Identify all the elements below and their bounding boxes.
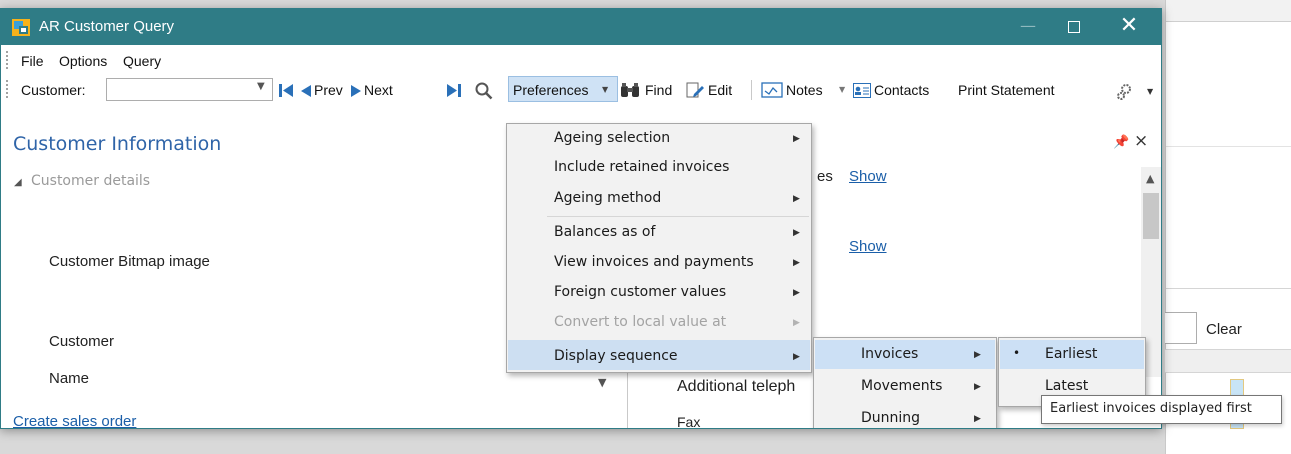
customer-bitmap-label: Customer Bitmap image: [49, 253, 210, 270]
menu-item-view-invoices-and-payments[interactable]: View invoices and payments: [554, 254, 754, 270]
fax-label: Fax: [677, 414, 701, 429]
create-sales-order-link[interactable]: Create sales order: [13, 413, 136, 428]
maximize-icon: [1068, 21, 1080, 33]
panel-close-icon[interactable]: ×: [1134, 131, 1148, 151]
show-link[interactable]: Show: [849, 238, 887, 255]
name-dropdown-icon[interactable]: ▼: [598, 376, 606, 389]
title-bar: AR Customer Query — ✕: [1, 9, 1161, 45]
scrollbar-thumb[interactable]: [1143, 193, 1159, 239]
toolbar-separator: [751, 80, 752, 100]
tooltip-text: Earliest invoices displayed first: [1050, 401, 1252, 416]
preferences-dropdown-icon: ▼: [602, 85, 609, 94]
prev-button[interactable]: Prev: [314, 82, 343, 98]
tooltip: Earliest invoices displayed first: [1041, 395, 1282, 424]
background-divider: [1166, 146, 1291, 147]
menubar-grip-icon[interactable]: [5, 50, 9, 70]
menu-item-dunning[interactable]: Dunning: [861, 410, 920, 426]
toolbar-grip-icon[interactable]: [5, 79, 9, 99]
submenu-arrow-icon: ▶: [793, 258, 800, 268]
scroll-up-icon[interactable]: ▲: [1146, 172, 1154, 185]
contacts-button[interactable]: Contacts: [874, 82, 929, 98]
menu-file[interactable]: File: [21, 53, 44, 69]
menu-item-balances-as-of[interactable]: Balances as of: [554, 224, 655, 240]
binoculars-icon: [621, 83, 639, 97]
next-button[interactable]: Next: [364, 82, 393, 98]
background-input[interactable]: [1165, 312, 1197, 344]
menu-item-display-sequence[interactable]: Display sequence: [554, 348, 678, 364]
menu-item-earliest[interactable]: Earliest: [1045, 346, 1097, 362]
window-title: AR Customer Query: [39, 18, 175, 35]
menu-separator: [547, 216, 809, 217]
menu-item-ageing-method[interactable]: Ageing method: [554, 190, 661, 206]
menu-item-convert-to-local-value: Convert to local value at: [554, 314, 727, 330]
submenu-arrow-icon: ▶: [974, 414, 981, 424]
next-arrow-icon: [351, 85, 361, 97]
partial-field-label: es: [817, 168, 833, 185]
name-field-label: Name: [49, 370, 90, 387]
maximize-button[interactable]: [1051, 9, 1097, 45]
background-window: [1165, 0, 1291, 454]
submenu-arrow-icon: ▶: [793, 228, 800, 238]
first-record-icon[interactable]: [279, 84, 293, 97]
customer-dropdown-icon[interactable]: ▼: [257, 81, 265, 92]
menu-bar: File Options Query: [1, 45, 1161, 73]
submenu-arrow-icon: ▶: [793, 194, 800, 204]
contacts-icon: [853, 83, 871, 98]
menu-item-ageing-selection[interactable]: Ageing selection: [554, 130, 670, 146]
display-sequence-menu: Invoices ▶ Movements ▶ Dunning ▶: [813, 337, 997, 428]
menu-options[interactable]: Options: [59, 53, 107, 69]
menu-item-foreign-customer-values[interactable]: Foreign customer values: [554, 284, 726, 300]
edit-button[interactable]: Edit: [708, 82, 732, 98]
notes-button[interactable]: Notes: [786, 82, 823, 98]
submenu-arrow-icon: ▶: [793, 134, 800, 144]
submenu-arrow-icon: ▶: [793, 288, 800, 298]
customer-field-label: Customer: [49, 333, 115, 350]
toolbar: Customer: ▼ Prev Next Preferences ▼ Find: [1, 73, 1161, 105]
app-logo-icon: [12, 19, 30, 36]
close-window-button[interactable]: ✕: [1097, 9, 1161, 45]
preferences-menu: Ageing selection ▶ Include retained invo…: [506, 123, 812, 373]
customer-label: Customer:: [21, 82, 86, 98]
minimize-button[interactable]: —: [1005, 9, 1051, 45]
settings-gear-icon[interactable]: [1116, 83, 1132, 101]
background-grid-header: [1165, 349, 1291, 373]
menu-item-include-retained-invoices[interactable]: Include retained invoices: [554, 159, 729, 175]
customer-input[interactable]: [106, 78, 273, 101]
show-link[interactable]: Show: [849, 168, 887, 185]
menu-item-movements[interactable]: Movements: [861, 378, 942, 394]
edit-icon: [686, 82, 704, 98]
background-divider: [1166, 288, 1291, 289]
submenu-arrow-icon: ▶: [793, 352, 800, 362]
print-statement-button[interactable]: Print Statement: [958, 82, 1055, 98]
submenu-arrow-icon: ▶: [974, 350, 981, 360]
prev-arrow-icon: [301, 85, 311, 97]
notes-icon: [761, 82, 783, 98]
clear-button[interactable]: Clear: [1206, 321, 1242, 338]
menu-item-invoices[interactable]: Invoices: [861, 346, 918, 362]
collapse-arrow-icon[interactable]: ◢: [14, 177, 22, 188]
additional-telephone-label: Additional teleph: [677, 378, 796, 395]
find-button[interactable]: Find: [645, 82, 672, 98]
menu-item-latest[interactable]: Latest: [1045, 378, 1088, 394]
submenu-arrow-icon: ▶: [974, 382, 981, 392]
search-icon[interactable]: [475, 82, 493, 100]
preferences-label: Preferences: [513, 82, 589, 98]
pin-icon[interactable]: 📌: [1113, 135, 1129, 150]
customer-details-section[interactable]: Customer details: [31, 173, 150, 189]
notes-dropdown-icon[interactable]: ▼: [839, 85, 845, 94]
selected-bullet-icon: •: [1013, 346, 1021, 360]
ar-customer-query-window: AR Customer Query — ✕ File Options Query…: [0, 8, 1162, 429]
last-record-icon[interactable]: [447, 84, 461, 97]
toolbar-overflow-icon[interactable]: ▼: [1147, 87, 1153, 96]
menu-query[interactable]: Query: [123, 53, 161, 69]
submenu-arrow-icon: ▶: [793, 318, 800, 328]
panel-title: Customer Information: [13, 133, 222, 155]
background-window-top-strip: [1166, 0, 1291, 22]
